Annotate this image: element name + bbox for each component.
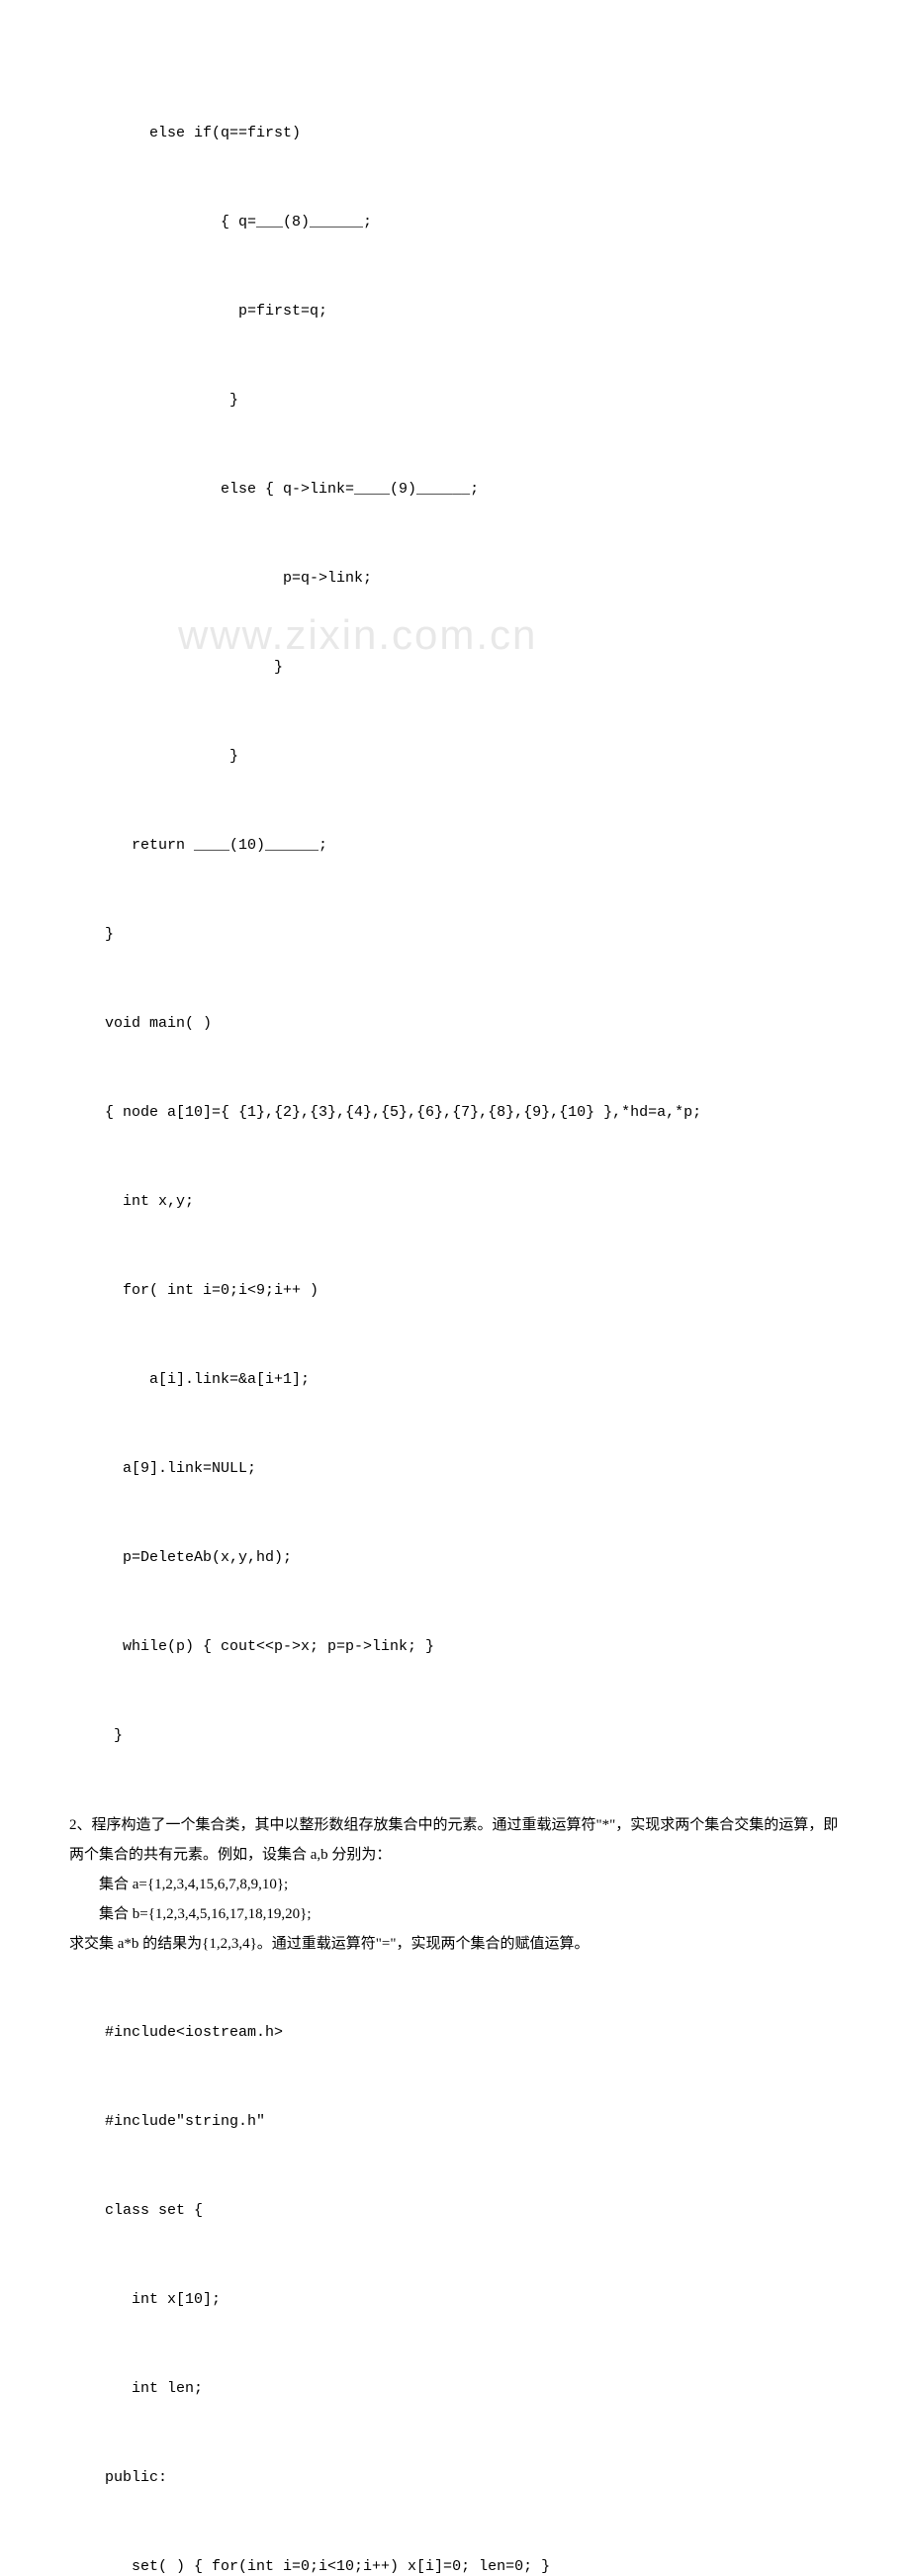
- code-line: { node a[10]={ {1},{2},{3},{4},{5},{6},{…: [69, 1098, 841, 1128]
- code-line: }: [69, 1721, 841, 1751]
- code-line: public:: [69, 2463, 841, 2493]
- code-line: for( int i=0;i<9;i++ ): [69, 1276, 841, 1306]
- code-line: p=first=q;: [69, 297, 841, 326]
- code-line: #include"string.h": [69, 2107, 841, 2137]
- code-line: while(p) { cout<<p->x; p=p->link; }: [69, 1632, 841, 1662]
- code-line: p=DeleteAb(x,y,hd);: [69, 1543, 841, 1573]
- code-line: #include<iostream.h>: [69, 2018, 841, 2048]
- page-content: else if(q==first) { q=___(8)______; p=fi…: [69, 59, 841, 2576]
- code-line: void main( ): [69, 1009, 841, 1039]
- code-line: else { q->link=____(9)______;: [69, 475, 841, 505]
- code-line: p=q->link;: [69, 564, 841, 594]
- code-line: else if(q==first): [69, 119, 841, 148]
- code-line: return ____(10)______;: [69, 831, 841, 861]
- code-line: int x[10];: [69, 2285, 841, 2315]
- question-2-intro: 2、程序构造了一个集合类，其中以整形数组存放集合中的元素。通过重载运算符"*"，…: [69, 1810, 841, 1870]
- code-line: int len;: [69, 2374, 841, 2404]
- question-2-result: 求交集 a*b 的结果为{1,2,3,4}。通过重载运算符"="，实现两个集合的…: [69, 1929, 841, 1959]
- code-line: }: [69, 386, 841, 415]
- set-a-definition: 集合 a={1,2,3,4,15,6,7,8,9,10};: [69, 1870, 841, 1899]
- code-line: set( ) { for(int i=0;i<10;i++) x[i]=0; l…: [69, 2552, 841, 2576]
- code-block-2: #include<iostream.h> #include"string.h" …: [69, 1959, 841, 2576]
- code-line: int x,y;: [69, 1187, 841, 1217]
- code-line: }: [69, 742, 841, 772]
- set-b-definition: 集合 b={1,2,3,4,5,16,17,18,19,20};: [69, 1899, 841, 1929]
- code-line: { q=___(8)______;: [69, 208, 841, 237]
- code-block-1: else if(q==first) { q=___(8)______; p=fi…: [69, 59, 841, 1810]
- code-line: a[i].link=&a[i+1];: [69, 1365, 841, 1395]
- code-line: }: [69, 653, 841, 683]
- code-line: class set {: [69, 2196, 841, 2226]
- code-line: }: [69, 920, 841, 950]
- code-line: a[9].link=NULL;: [69, 1454, 841, 1484]
